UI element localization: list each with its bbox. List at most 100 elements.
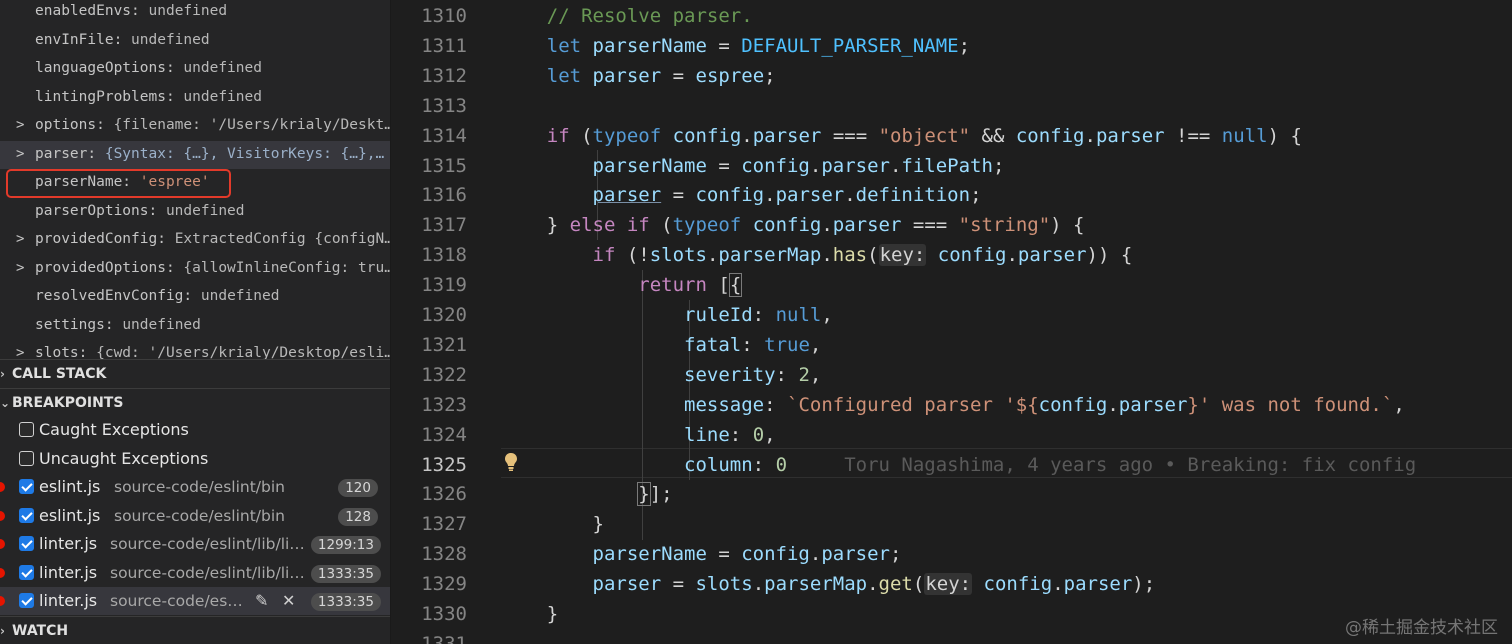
code-text: parser = slots.parserMap.get(key: config… <box>592 573 1156 596</box>
variable-name: lintingProblems: <box>35 88 184 105</box>
line-number: 1315 <box>421 154 467 177</box>
variable-value: undefined <box>131 31 210 48</box>
variable-text: lintingProblems: undefined <box>35 84 262 110</box>
line-number: 1317 <box>421 214 467 237</box>
code-line[interactable]: 1310 // Resolve parser. <box>391 1 1512 31</box>
variable-text: parser: {Syntax: {…}, VisitorKeys: {…},… <box>35 141 384 167</box>
chevron-right-icon: › <box>0 624 5 638</box>
line-number: 1324 <box>421 423 467 446</box>
edit-icon[interactable]: ✎ <box>255 587 268 615</box>
chevron-right-icon[interactable]: > <box>16 226 24 252</box>
variable-name: providedOptions: <box>35 259 184 276</box>
exception-breakpoint-row[interactable]: Uncaught Exceptions <box>0 445 390 473</box>
variable-name: options: <box>35 117 114 133</box>
code-line[interactable]: 1318 if (!slots.parserMap.has(key: confi… <box>391 240 1512 270</box>
breakpoints-section-header[interactable]: ⌄ BREAKPOINTS <box>0 388 390 417</box>
code-line[interactable]: 1320 ruleId: null, <box>391 300 1512 330</box>
breakpoint-row[interactable]: linter.js source-code/eslint/lib/li… 1333:… <box>0 559 390 587</box>
variable-row-envInFile[interactable]: envInFile: undefined <box>0 27 390 55</box>
breakpoint-row[interactable]: eslint.js source-code/eslint/bin 120 <box>0 473 390 501</box>
code-text: if (!slots.parserMap.has(key: config.par… <box>592 244 1133 267</box>
code-text: fatal: true, <box>684 333 822 356</box>
code-text: } <box>501 603 559 625</box>
code-line[interactable]: 1323 message: `Configured parser '${conf… <box>391 390 1512 420</box>
variable-value: {allowInlineConfig: tru… <box>183 259 390 276</box>
line-number: 1312 <box>421 64 467 87</box>
variable-value: undefined <box>200 288 280 304</box>
lightbulb-icon[interactable] <box>504 452 518 472</box>
variable-value: undefined <box>148 3 228 19</box>
code-line[interactable]: 1329 parser = slots.parserMap.get(key: c… <box>391 569 1512 599</box>
chevron-right-icon[interactable]: > <box>16 112 24 138</box>
watch-section-header[interactable]: › WATCH <box>0 616 390 644</box>
code-line[interactable]: 1319 return [{ <box>391 270 1512 300</box>
close-icon[interactable]: ✕ <box>282 587 295 615</box>
line-number: 1322 <box>421 363 467 386</box>
line-number: 1310 <box>421 5 467 27</box>
call-stack-section-header[interactable]: › CALL STACK <box>0 359 390 388</box>
variable-row-providedConfig[interactable]: > providedConfig: ExtractedConfig {config… <box>0 226 390 254</box>
checkbox[interactable] <box>19 564 34 580</box>
checkbox[interactable] <box>19 593 34 608</box>
checkbox[interactable] <box>19 536 34 551</box>
line-number: 1328 <box>421 543 467 566</box>
checkbox[interactable] <box>19 479 34 494</box>
code-line[interactable]: 1324 line: 0, <box>391 420 1512 450</box>
breakpoint-file: linter.js <box>39 562 98 582</box>
code-text: } <box>501 513 604 536</box>
code-line[interactable]: 1327 } <box>391 509 1512 539</box>
code-text: return [{ <box>638 273 743 298</box>
code-line[interactable]: 1311 let parserName = DEFAULT_PARSER_NAM… <box>391 31 1512 61</box>
code-text: column: 0 Toru Nagashima, 4 years ago • … <box>684 453 1417 476</box>
breakpoint-row[interactable]: linter.js source-code/eslint/lib/li… 1299:… <box>0 530 390 558</box>
breakpoint-dot-icon <box>0 539 5 549</box>
debug-sidebar: enabledEnvs: undefined envInFile: undefin… <box>0 0 391 644</box>
variable-text: settings: undefined <box>35 312 201 338</box>
breakpoint-row[interactable]: eslint.js source-code/eslint/bin 128 <box>0 502 390 530</box>
variable-value: {filename: '/Users/krialy/Deskt… <box>113 117 390 133</box>
code-editor[interactable]: 1310 // Resolve parser. 1311 let parserNa… <box>391 0 1512 644</box>
code-line[interactable]: 1313 <box>391 91 1512 121</box>
variable-row-settings[interactable]: settings: undefined <box>0 312 390 340</box>
variable-row-parserOptions[interactable]: parserOptions: undefined <box>0 198 390 226</box>
code-text: ruleId: null, <box>684 304 833 326</box>
checkbox[interactable] <box>19 422 34 437</box>
breakpoint-row[interactable]: linter.js source-code/es… 1333:35 ✎ ✕ <box>0 587 390 615</box>
code-line[interactable]: 1315 parserName = config.parser.filePath… <box>391 151 1512 181</box>
code-line[interactable]: 1314 if (typeof config.parser === "objec… <box>391 121 1512 151</box>
checkbox[interactable] <box>19 507 34 523</box>
variable-row-options[interactable]: > options: {filename: '/Users/krialy/Desk… <box>0 112 390 140</box>
variable-row-languageOptions[interactable]: languageOptions: undefined <box>0 55 390 83</box>
breakpoint-line-badge: 1333:35 <box>310 564 381 583</box>
chevron-down-icon: ⌄ <box>0 396 11 410</box>
call-stack-title: CALL STACK <box>12 366 107 382</box>
code-line[interactable]: 1326 }]; <box>391 479 1512 509</box>
code-line[interactable]: 1317 } else if (typeof config.parser ===… <box>391 210 1512 240</box>
variable-text: enabledEnvs: undefined <box>35 0 227 24</box>
code-text: severity: 2, <box>684 363 822 386</box>
variable-row-enabledEnvs[interactable]: enabledEnvs: undefined <box>0 0 390 26</box>
chevron-right-icon[interactable]: > <box>16 141 24 167</box>
code-line[interactable]: 1321 fatal: true, <box>391 330 1512 360</box>
exception-label: Uncaught Exceptions <box>39 448 209 468</box>
exception-breakpoint-row[interactable]: Caught Exceptions <box>0 416 390 444</box>
breakpoint-file: linter.js <box>39 534 98 553</box>
code-line[interactable]: 1322 severity: 2, <box>391 360 1512 390</box>
code-line[interactable]: 1316 parser = config.parser.definition; <box>391 180 1512 210</box>
variable-row-providedOptions[interactable]: > providedOptions: {allowInlineConfig: tr… <box>0 255 390 283</box>
breakpoint-path: source-code/eslint/lib/li… <box>110 563 305 582</box>
code-line[interactable]: 1330 } <box>391 599 1512 629</box>
code-line[interactable]: 1331 <box>391 629 1512 644</box>
line-number: 1323 <box>421 393 467 416</box>
watch-title: WATCH <box>12 623 69 639</box>
variable-row-lintingProblems[interactable]: lintingProblems: undefined <box>0 84 390 112</box>
code-line[interactable]: 1312 let parser = espree; <box>391 61 1512 91</box>
variable-row-parser[interactable]: > parser: {Syntax: {…}, VisitorKeys: {…},… <box>0 140 390 169</box>
chevron-right-icon[interactable]: > <box>16 255 24 281</box>
checkbox[interactable] <box>19 450 34 466</box>
code-line[interactable]: 1325 column: 0 Toru Nagashima, 4 years a… <box>391 450 1512 480</box>
variable-text: resolvedEnvConfig: undefined <box>35 283 279 309</box>
variable-name: parser: <box>35 145 105 162</box>
variable-row-resolvedEnvConfig[interactable]: resolvedEnvConfig: undefined <box>0 283 390 311</box>
code-line[interactable]: 1328 parserName = config.parser; <box>391 539 1512 569</box>
